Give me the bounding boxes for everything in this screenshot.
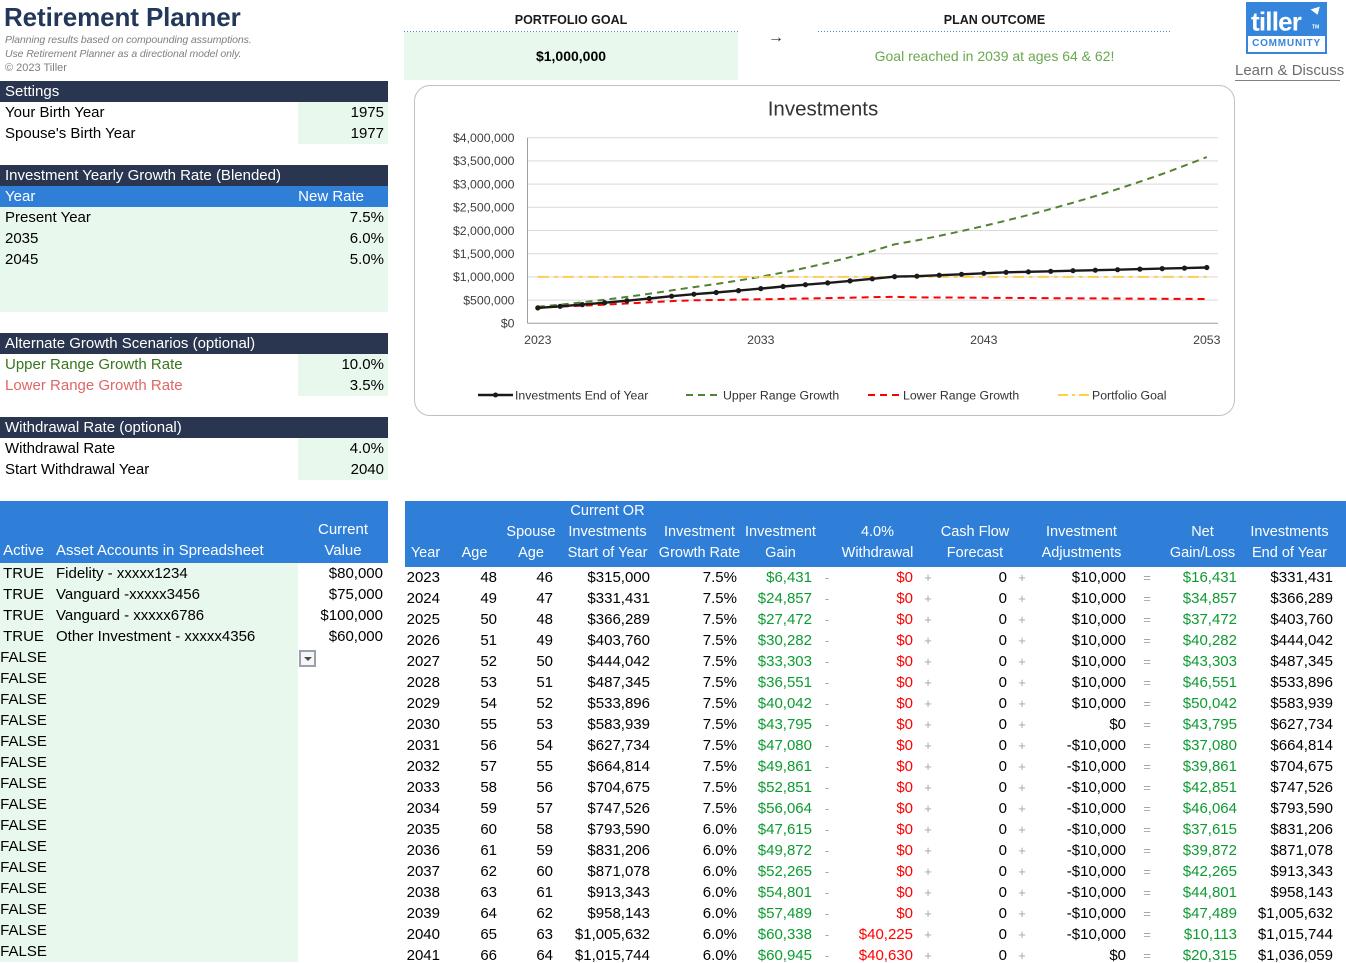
svg-text:Investments: Investments <box>768 98 879 121</box>
svg-text:$500,000: $500,000 <box>463 293 514 307</box>
svg-text:Upper Range Growth: Upper Range Growth <box>723 389 839 403</box>
svg-text:Lower Range Growth: Lower Range Growth <box>903 389 1019 403</box>
svg-text:$2,500,000: $2,500,000 <box>453 201 515 215</box>
svg-text:$1,000,000: $1,000,000 <box>453 270 515 284</box>
svg-text:2023: 2023 <box>524 333 552 347</box>
svg-text:$0: $0 <box>501 317 515 331</box>
svg-text:$2,000,000: $2,000,000 <box>453 224 515 238</box>
svg-text:Investments End of Year: Investments End of Year <box>515 389 648 403</box>
svg-text:tiller: tiller <box>1251 7 1302 37</box>
svg-text:2053: 2053 <box>1193 333 1221 347</box>
svg-text:$3,500,000: $3,500,000 <box>453 154 515 168</box>
svg-text:Portfolio Goal: Portfolio Goal <box>1092 389 1167 403</box>
svg-text:$4,000,000: $4,000,000 <box>453 131 515 145</box>
svg-text:2033: 2033 <box>747 333 775 347</box>
svg-text:2043: 2043 <box>970 333 998 347</box>
svg-text:$3,000,000: $3,000,000 <box>453 177 515 191</box>
svg-text:TM: TM <box>1312 25 1319 31</box>
svg-text:$1,500,000: $1,500,000 <box>453 247 515 261</box>
